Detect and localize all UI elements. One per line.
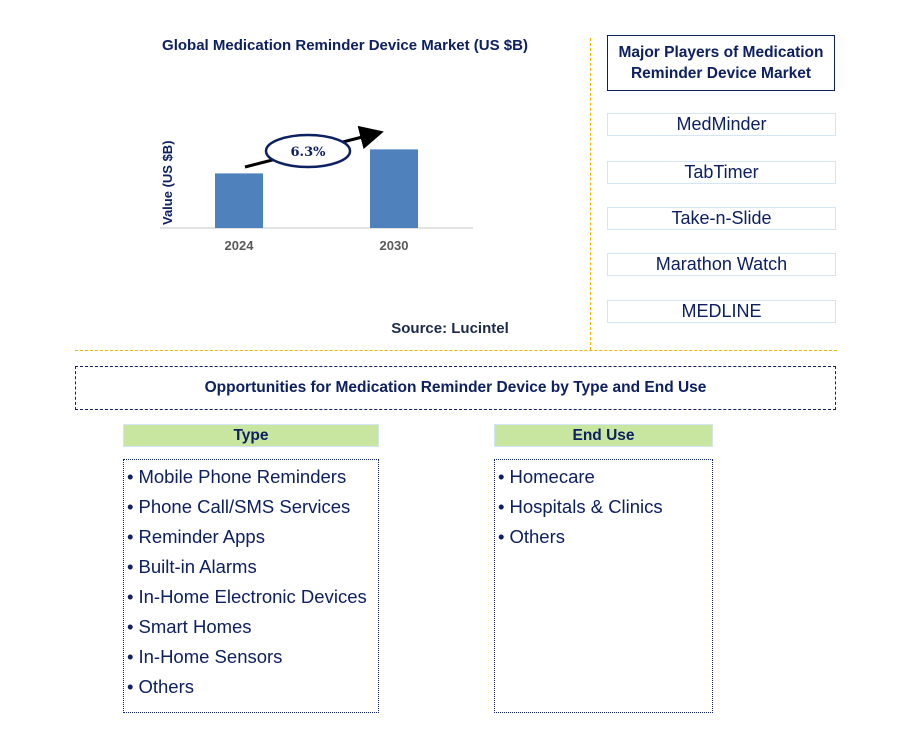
bullet-icon: • [127,616,134,637]
list-item: • Built-in Alarms [124,552,378,582]
list-item: • Homecare [495,462,712,492]
list-item: • In-Home Electronic Devices [124,582,378,612]
bullet-icon: • [127,586,134,607]
bullet-icon: • [498,496,505,517]
players-title: Major Players of Medication Reminder Dev… [607,35,835,91]
bullet-icon: • [498,526,505,547]
end-use-column-heading: End Use [494,424,713,447]
x-tick-label: 2024 [225,238,255,253]
list-item-label: Hospitals & Clinics [509,496,663,517]
list-item-label: Smart Homes [138,616,252,637]
list-item: • In-Home Sensors [124,642,378,672]
end-use-list: • Homecare • Hospitals & Clinics • Others [494,459,713,713]
player-item: Marathon Watch [607,253,836,276]
list-item: • Others [495,522,712,552]
bar-2024 [215,173,263,228]
player-item: TabTimer [607,161,836,184]
list-item-label: Others [138,676,195,697]
player-item: MedMinder [607,113,836,136]
list-item: • Hospitals & Clinics [495,492,712,522]
list-item-label: In-Home Electronic Devices [138,586,367,607]
vertical-divider [590,38,591,350]
type-column-heading: Type [123,424,379,447]
list-item-label: Phone Call/SMS Services [138,496,351,517]
x-tick-label: 2030 [380,238,409,253]
list-item: • Others [124,672,378,702]
cagr-label: 6.3% [291,145,327,160]
y-axis-label: Value (US $B) [160,140,175,225]
opportunities-title: Opportunities for Medication Reminder De… [75,366,836,410]
bullet-icon: • [498,466,505,487]
list-item-label: Others [509,526,566,547]
bar-chart: Value (US $B) 2024 2030 6.3% [160,125,473,253]
list-item-label: Mobile Phone Reminders [138,466,347,487]
list-item-label: Homecare [509,466,595,487]
bullet-icon: • [127,676,134,697]
bullet-icon: • [127,466,134,487]
horizontal-divider [75,350,837,351]
list-item-label: Built-in Alarms [138,556,257,577]
list-item: • Mobile Phone Reminders [124,462,378,492]
type-list: • Mobile Phone Reminders • Phone Call/SMS S… [123,459,379,713]
list-item-label: In-Home Sensors [138,646,283,667]
list-item-label: Reminder Apps [138,526,265,547]
list-item: • Smart Homes [124,612,378,642]
player-item: Take-n-Slide [607,207,836,230]
source-label: Source: Lucintel [391,320,509,337]
bullet-icon: • [127,496,134,517]
list-item: • Phone Call/SMS Services [124,492,378,522]
bullet-icon: • [127,526,134,547]
bullet-icon: • [127,556,134,577]
player-item: MEDLINE [607,300,836,323]
chart-title: Global Medication Reminder Device Market… [162,37,528,54]
list-item: • Reminder Apps [124,522,378,552]
bar-2030 [370,149,418,228]
bullet-icon: • [127,646,134,667]
